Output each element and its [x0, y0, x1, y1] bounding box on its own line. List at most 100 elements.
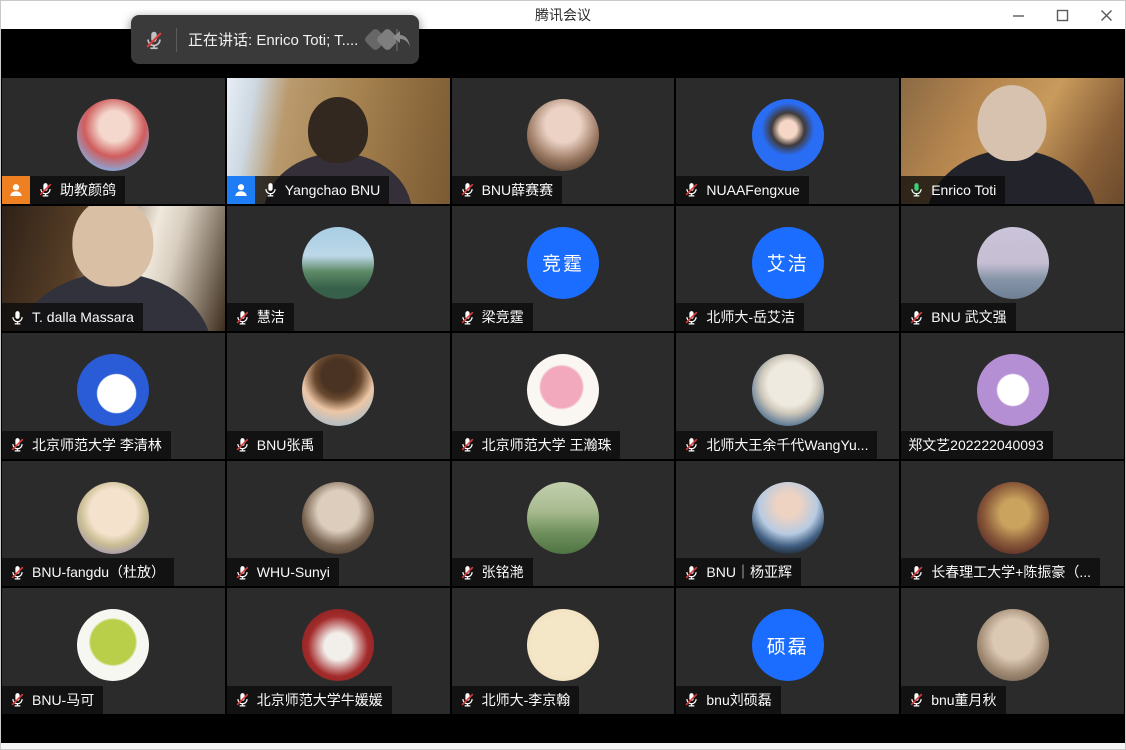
participant-tile[interactable]: BNU薛赛赛	[452, 78, 675, 204]
mic-status-icon	[234, 436, 251, 453]
participant-nameplate: BNU-fangdu（杜放）	[2, 558, 174, 586]
participant-nameplate-row: 北师大王余千代WangYu...	[676, 431, 877, 459]
maximize-button[interactable]	[1053, 6, 1071, 24]
participant-tile[interactable]: 艾洁 北师大-岳艾洁	[676, 206, 899, 332]
participant-tile[interactable]: 竞霆 梁竞霆	[452, 206, 675, 332]
participant-nameplate: bnu刘硕磊	[676, 686, 780, 714]
close-button[interactable]	[1097, 6, 1115, 24]
participant-tile[interactable]: 慧洁	[227, 206, 450, 332]
participant-nameplate: BNU 武文强	[901, 303, 1015, 331]
participant-name: WHU-Sunyi	[257, 564, 330, 580]
participant-tile[interactable]: T. dalla Massara	[2, 206, 225, 332]
participant-name: BNU 武文强	[931, 307, 1006, 327]
mic-status-icon	[459, 436, 476, 453]
participant-nameplate-row: bnu董月秋	[901, 686, 1005, 714]
participant-nameplate: NUAAFengxue	[676, 176, 808, 204]
participant-avatar	[752, 482, 824, 554]
participant-nameplate-row: 北师大-李京翰	[452, 686, 580, 714]
participant-name: 助教颜鸽	[60, 180, 116, 200]
participant-nameplate-row: 北京师范大学 李清林	[2, 431, 171, 459]
overlap-shapes-icon	[361, 23, 413, 57]
mic-status-icon	[459, 691, 476, 708]
mic-status-icon	[37, 181, 54, 198]
participant-tile[interactable]: WHU-Sunyi	[227, 461, 450, 587]
participant-tile[interactable]: BNU 武文强	[901, 206, 1124, 332]
participant-nameplate: 北京师范大学 李清林	[2, 431, 171, 459]
participant-name: BNU薛赛赛	[482, 180, 554, 200]
participant-name: 张铭滟	[482, 562, 524, 582]
participant-tile[interactable]: 北师大-李京翰	[452, 588, 675, 714]
minimize-button[interactable]	[1009, 6, 1027, 24]
participant-nameplate-row: 张铭滟	[452, 558, 533, 586]
participant-name: BNU-马可	[32, 690, 94, 710]
participant-tile[interactable]: BNU-fangdu（杜放）	[2, 461, 225, 587]
undo-arrow-icon	[393, 31, 410, 47]
participant-nameplate: BNU薛赛赛	[452, 176, 563, 204]
participant-tile[interactable]: 北京师范大学 李清林	[2, 333, 225, 459]
participant-name: Yangchao BNU	[285, 182, 380, 198]
role-person-badge	[2, 176, 30, 204]
participant-nameplate: 慧洁	[227, 303, 294, 331]
participant-name: 北京师范大学 王瀚珠	[482, 435, 612, 455]
participant-nameplate: BNU｜杨亚辉	[676, 558, 801, 586]
participant-avatar	[527, 354, 599, 426]
participant-tile[interactable]: BNU-马可	[2, 588, 225, 714]
participant-tile[interactable]: NUAAFengxue	[676, 78, 899, 204]
participant-nameplate-row: 梁竞霆	[452, 303, 533, 331]
participant-nameplate-row: 北京师范大学牛媛媛	[227, 686, 392, 714]
participant-tile[interactable]: 北京师范大学 王瀚珠	[452, 333, 675, 459]
mic-status-icon	[683, 691, 700, 708]
mic-status-icon	[683, 564, 700, 581]
participant-nameplate: T. dalla Massara	[2, 303, 143, 331]
participant-nameplate-row: 慧洁	[227, 303, 294, 331]
participant-tile[interactable]: 北师大王余千代WangYu...	[676, 333, 899, 459]
participant-avatar	[977, 227, 1049, 299]
participant-name: BNU｜杨亚辉	[706, 562, 792, 582]
toast-divider	[176, 28, 177, 52]
avatar-initials: 硕磊	[767, 632, 809, 659]
participant-avatar	[527, 482, 599, 554]
mic-status-icon	[9, 564, 26, 581]
participant-nameplate-row: BNU薛赛赛	[452, 176, 563, 204]
participant-tile[interactable]: Enrico Toti	[901, 78, 1124, 204]
participant-nameplate-row: Yangchao BNU	[227, 176, 389, 204]
participant-avatar	[752, 99, 824, 171]
participant-tile[interactable]: 北京师范大学牛媛媛	[227, 588, 450, 714]
participant-tile[interactable]: bnu董月秋	[901, 588, 1124, 714]
mic-status-icon	[683, 309, 700, 326]
close-icon	[1100, 9, 1113, 22]
participant-tile[interactable]: 助教颜鸽	[2, 78, 225, 204]
participant-avatar	[752, 354, 824, 426]
participant-avatar	[77, 99, 149, 171]
participant-nameplate-row: BNU张禹	[227, 431, 324, 459]
role-person-badge	[227, 176, 255, 204]
participant-tile[interactable]: BNU张禹	[227, 333, 450, 459]
participant-avatar	[977, 609, 1049, 681]
participant-name: BNU张禹	[257, 435, 315, 455]
participant-tile[interactable]: Yangchao BNU	[227, 78, 450, 204]
mic-status-icon	[908, 181, 925, 198]
participant-tile[interactable]: 硕磊 bnu刘硕磊	[676, 588, 899, 714]
participant-nameplate-row: 长春理工大学+陈振豪（...	[901, 558, 1100, 586]
participant-nameplate: 北京师范大学牛媛媛	[227, 686, 392, 714]
participant-nameplate-row: BNU-fangdu（杜放）	[2, 558, 174, 586]
participant-nameplate-row: Enrico Toti	[901, 176, 1005, 204]
participant-avatar	[302, 354, 374, 426]
participant-avatar	[527, 99, 599, 171]
speaking-toast[interactable]: 正在讲话: Enrico Toti; T....	[131, 15, 419, 64]
participant-name: bnu董月秋	[931, 690, 996, 710]
participant-tile[interactable]: BNU｜杨亚辉	[676, 461, 899, 587]
participant-tile[interactable]: 张铭滟	[452, 461, 675, 587]
participant-tile[interactable]: 长春理工大学+陈振豪（...	[901, 461, 1124, 587]
participant-tile[interactable]: 郑文艺202222040093	[901, 333, 1124, 459]
toast-trailing-icons	[361, 23, 413, 57]
participant-nameplate: Yangchao BNU	[255, 176, 389, 204]
participant-nameplate-row: BNU 武文强	[901, 303, 1015, 331]
participant-avatar	[977, 482, 1049, 554]
participant-nameplate-row: bnu刘硕磊	[676, 686, 780, 714]
avatar-initials: 竞霆	[542, 249, 584, 276]
speaking-label: 正在讲话: Enrico Toti; T....	[188, 29, 358, 50]
participant-name: NUAAFengxue	[706, 182, 799, 198]
participant-nameplate-row: T. dalla Massara	[2, 303, 143, 331]
participant-avatar: 艾洁	[752, 227, 824, 299]
